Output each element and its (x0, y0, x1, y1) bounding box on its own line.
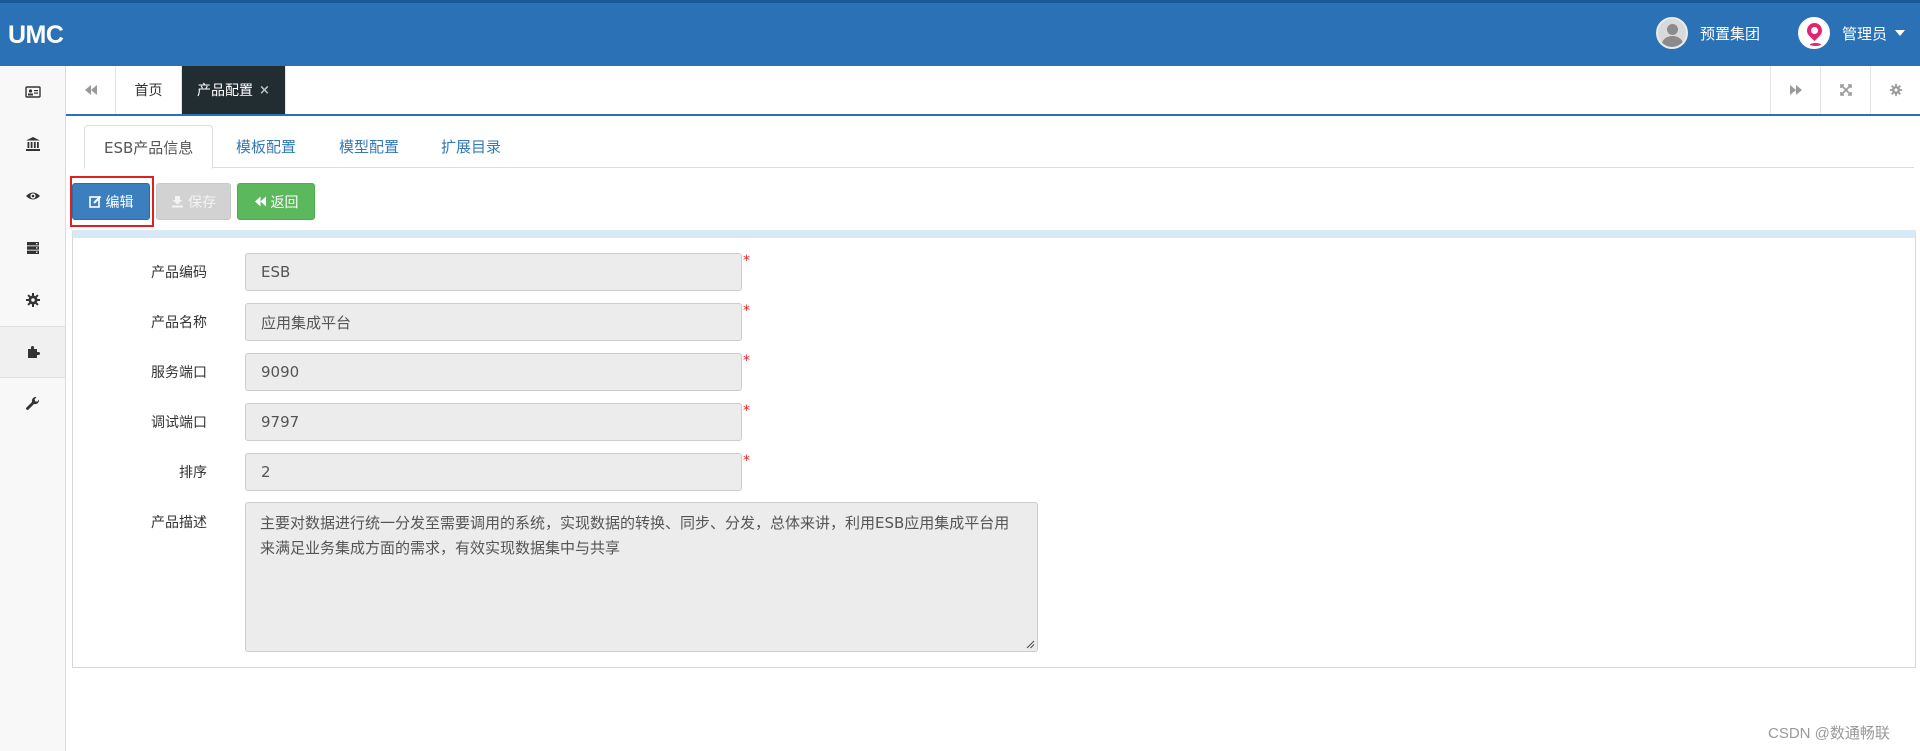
tab-settings-button[interactable] (1870, 66, 1920, 114)
product-tabs: ESB产品信息 模板配置 模型配置 扩展目录 (84, 125, 1914, 169)
fullscreen-button[interactable] (1820, 66, 1870, 114)
sidebar (0, 66, 66, 751)
tab-model-config[interactable]: 模型配置 (339, 125, 399, 168)
user-name: 管理员 (1842, 24, 1888, 43)
product-name-field[interactable]: 应用集成平台 (245, 303, 742, 341)
double-chevron-right-icon (1789, 85, 1802, 95)
sidebar-item-organization[interactable] (0, 118, 65, 170)
tab-template-config[interactable]: 模板配置 (236, 125, 296, 168)
field-label-product-name: 产品名称 (151, 315, 207, 331)
sort-order-field[interactable]: 2 (245, 453, 742, 491)
tab-esb-product-info[interactable]: ESB产品信息 (84, 125, 214, 169)
sidebar-item-products[interactable] (0, 326, 65, 378)
eye-icon (25, 192, 40, 200)
location-pin-icon (1798, 17, 1830, 49)
fullscreen-icon (1839, 84, 1852, 96)
app-logo[interactable]: UMC (8, 21, 64, 50)
bank-icon (25, 137, 40, 151)
tab-extended-directory[interactable]: 扩展目录 (441, 125, 501, 168)
required-mark: * (743, 303, 750, 319)
id-card-icon (24, 86, 41, 98)
field-label-product-code: 产品编码 (151, 265, 207, 281)
tab-product-config-label: 产品配置 (197, 83, 254, 99)
wrench-icon (25, 396, 39, 410)
tab-strip: 首页 产品配置 × (66, 66, 1920, 116)
double-chevron-left-icon (84, 85, 97, 95)
back-button-label: 返回 (270, 194, 299, 211)
sidebar-item-servers[interactable] (0, 222, 65, 274)
scroll-tabs-right-button[interactable] (1770, 66, 1820, 114)
required-mark: * (743, 403, 750, 419)
org-switcher[interactable]: 预置集团 (1656, 17, 1760, 49)
save-button[interactable]: 保存 (156, 183, 231, 220)
product-description-field[interactable]: 主要对数据进行统一分发至需要调用的系统，实现数据的转换、同步、分发，总体来讲，利… (245, 502, 1038, 652)
tab-home-label: 首页 (134, 83, 163, 99)
chevron-down-icon (1895, 30, 1906, 36)
resize-handle-icon[interactable] (1025, 639, 1035, 649)
back-button[interactable]: 返回 (237, 183, 315, 220)
server-icon (26, 242, 39, 254)
puzzle-icon (27, 346, 40, 358)
org-name: 预置集团 (1700, 24, 1761, 43)
edit-button-highlight (70, 176, 154, 227)
sidebar-item-settings[interactable] (0, 274, 65, 326)
top-header: UMC 预置集团 管理员 (0, 0, 1920, 66)
close-icon[interactable]: × (259, 83, 270, 98)
field-label-service-port: 服务端口 (151, 365, 207, 381)
product-description-text: 主要对数据进行统一分发至需要调用的系统，实现数据的转换、同步、分发，总体来讲，利… (260, 514, 1010, 557)
double-chevron-left-icon (254, 196, 266, 207)
field-label-product-description: 产品描述 (151, 515, 207, 531)
scroll-tabs-left-button[interactable] (66, 66, 116, 114)
save-button-label: 保存 (188, 194, 216, 211)
service-port-field[interactable]: 9090 (245, 353, 742, 391)
tab-product-config[interactable]: 产品配置 × (182, 66, 286, 114)
sidebar-item-tools[interactable] (0, 378, 65, 430)
gear-icon (25, 293, 40, 307)
debug-port-field[interactable]: 9797 (245, 403, 742, 441)
required-mark: * (743, 253, 750, 269)
field-label-debug-port: 调试端口 (151, 415, 207, 431)
required-mark: * (743, 453, 750, 469)
org-avatar-icon (1656, 17, 1688, 49)
download-icon (172, 196, 183, 208)
gear-icon (1889, 83, 1902, 97)
required-mark: * (743, 353, 750, 369)
field-label-sort-order: 排序 (179, 465, 207, 481)
watermark: CSDN @数通畅联 (1768, 725, 1890, 742)
tab-home[interactable]: 首页 (116, 66, 182, 114)
user-menu[interactable]: 管理员 (1798, 17, 1906, 49)
product-code-field[interactable]: ESB (245, 253, 742, 291)
sidebar-item-profile[interactable] (0, 66, 65, 118)
sidebar-item-monitor[interactable] (0, 170, 65, 222)
